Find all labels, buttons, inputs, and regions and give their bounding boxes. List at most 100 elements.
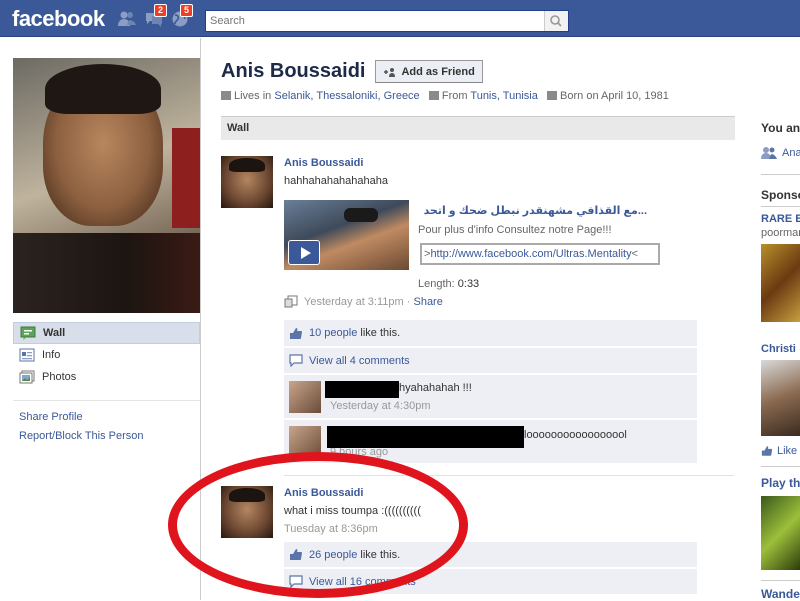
search-button[interactable] xyxy=(544,11,568,31)
ad-title-4[interactable]: Wande xyxy=(761,587,800,601)
lives-prefix: Lives in xyxy=(234,90,272,102)
nav-item-photos[interactable]: Photos xyxy=(13,366,200,388)
story-text: hahhahahahahahaha xyxy=(284,175,389,187)
home-icon xyxy=(428,91,439,100)
mutual-friend-link[interactable]: Ana xyxy=(782,147,800,159)
like-icon xyxy=(761,446,773,456)
play-icon[interactable] xyxy=(288,240,320,265)
mutual-friends-row: Ana xyxy=(761,146,800,160)
profile-actions: Share Profile Report/Block This Person xyxy=(19,408,144,446)
video-thumbnail[interactable] xyxy=(284,200,409,270)
wall-story-2: Anis Boussaidi what i miss toumpa :(((((… xyxy=(221,486,735,600)
comment-time: Yesterday at 4:30pm xyxy=(330,400,431,412)
likes-suffix: like this. xyxy=(360,327,401,339)
comment-item: 9 hours ago looooooooooooooool xyxy=(284,420,697,463)
nav-label-photos: Photos xyxy=(42,371,77,383)
video-attachment: ...مع القذافي مشهنقدر نبطل ضحك و اتحد Po… xyxy=(284,200,724,290)
share-profile-link[interactable]: Share Profile xyxy=(19,408,144,427)
likes-row: 26 people like this. xyxy=(284,542,697,567)
birthday-icon xyxy=(547,91,558,100)
profile-picture[interactable] xyxy=(13,58,200,313)
likes-count-link[interactable]: 10 people xyxy=(309,327,357,339)
attachment-description: Pour plus d'info Consultez notre Page!!! xyxy=(418,224,612,236)
attachment-title[interactable]: ...مع القذافي مشهنقدر نبطل ضحك و اتحد xyxy=(417,204,647,217)
add-friend-button[interactable]: Add as Friend xyxy=(375,60,483,83)
author-avatar[interactable] xyxy=(221,156,273,208)
story-time[interactable]: Yesterday at 3:11pm xyxy=(304,296,404,308)
nav-item-wall[interactable]: Wall xyxy=(13,322,200,344)
nav-item-info[interactable]: Info xyxy=(13,344,200,366)
search-input[interactable] xyxy=(206,11,544,31)
ad-like-link[interactable]: Like xyxy=(777,445,797,457)
profile-name: Anis Boussaidi xyxy=(221,60,366,82)
likes-row: 10 people like this. xyxy=(284,320,697,346)
story-time[interactable]: Tuesday at 8:36pm xyxy=(284,523,378,535)
link-suffix: < xyxy=(631,248,639,260)
attachment-link[interactable]: http://www.facebook.com/Ultras.Mentality xyxy=(430,248,631,260)
video-length: Length: 0:33 xyxy=(418,278,479,290)
story-author[interactable]: Anis Boussaidi xyxy=(284,487,363,499)
feedback-box: 26 people like this. View all 16 comment… xyxy=(284,542,697,596)
story-divider xyxy=(284,475,734,476)
view-all-comments-link[interactable]: View all 4 comments xyxy=(309,355,410,367)
share-link[interactable]: Share xyxy=(413,296,442,308)
ad-image-2[interactable] xyxy=(761,360,800,436)
likes-count-link[interactable]: 26 people xyxy=(309,549,357,561)
ad-title-2[interactable]: Christi xyxy=(761,343,800,355)
view-comments-row[interactable]: View all 16 comments xyxy=(284,569,697,594)
ad-image-1[interactable] xyxy=(761,244,800,322)
comment-icon xyxy=(289,354,303,367)
like-icon xyxy=(290,549,302,560)
ad-like-row[interactable]: Like xyxy=(761,445,797,457)
notifications-icon[interactable]: 5 xyxy=(170,4,194,29)
nav-label-info: Info xyxy=(42,349,61,361)
comment-icon xyxy=(289,575,303,588)
commenter-avatar[interactable] xyxy=(289,426,321,458)
view-all-comments-link[interactable]: View all 16 comments xyxy=(309,576,416,588)
likes-suffix: like this. xyxy=(360,548,401,561)
wall-header: Wall xyxy=(221,116,735,140)
notifications-count-badge: 5 xyxy=(180,4,194,17)
messages-count-badge: 2 xyxy=(154,4,168,17)
add-friend-label: Add as Friend xyxy=(401,65,475,78)
ad-title-1[interactable]: RARE E xyxy=(761,213,800,225)
search-box xyxy=(205,10,569,32)
friends-icon xyxy=(761,147,777,159)
add-friend-icon xyxy=(384,67,396,77)
profile-info-line: Lives in Selanik, Thessaloniki, Greece F… xyxy=(221,90,741,102)
lives-city-link[interactable]: Selanik, Thessaloniki, Greece xyxy=(274,90,419,102)
ad-image-3[interactable] xyxy=(761,496,800,570)
right-divider xyxy=(761,466,800,467)
story-author[interactable]: Anis Boussaidi xyxy=(284,157,363,169)
right-divider xyxy=(761,580,800,581)
report-block-link[interactable]: Report/Block This Person xyxy=(19,427,144,446)
friend-requests-icon[interactable] xyxy=(117,9,137,29)
right-divider xyxy=(761,174,800,175)
search-icon xyxy=(550,15,562,27)
photos-icon xyxy=(19,370,35,384)
messages-icon[interactable]: 2 xyxy=(144,4,168,29)
info-icon xyxy=(19,348,35,362)
wall-story-1: Anis Boussaidi hahhahahahahahaha ...مع ا… xyxy=(221,154,735,464)
redacted-name xyxy=(325,381,399,398)
born-text: Born on April 10, 1981 xyxy=(560,90,669,102)
top-bar: facebook 2 5 xyxy=(0,0,800,37)
facebook-logo[interactable]: facebook xyxy=(12,6,105,32)
lives-icon xyxy=(221,91,231,100)
profile-nav: Wall Info Photos xyxy=(13,322,200,388)
left-column: Wall Info Photos Share Profile Report/Bl… xyxy=(0,38,201,600)
commenter-avatar[interactable] xyxy=(289,381,321,413)
author-avatar[interactable] xyxy=(221,486,273,538)
from-prefix: From xyxy=(441,90,468,102)
view-comments-row[interactable]: View all 4 comments xyxy=(284,348,697,373)
meta-separator: · xyxy=(406,295,411,308)
left-divider xyxy=(13,400,200,401)
profile-header: Anis Boussaidi Add as Friend xyxy=(221,60,483,83)
story-meta: Yesterday at 3:11pm · Share xyxy=(284,295,443,308)
comment-text: looooooooooooooool xyxy=(524,429,627,441)
sponsored-heading: Sponso xyxy=(761,188,800,202)
length-value: 0:33 xyxy=(457,278,480,290)
right-column: You an Ana Sponso RARE E poormar Christi… xyxy=(751,38,800,601)
from-city-link[interactable]: Tunis, Tunisia xyxy=(470,90,537,102)
ad-title-3[interactable]: Play th xyxy=(761,476,800,490)
